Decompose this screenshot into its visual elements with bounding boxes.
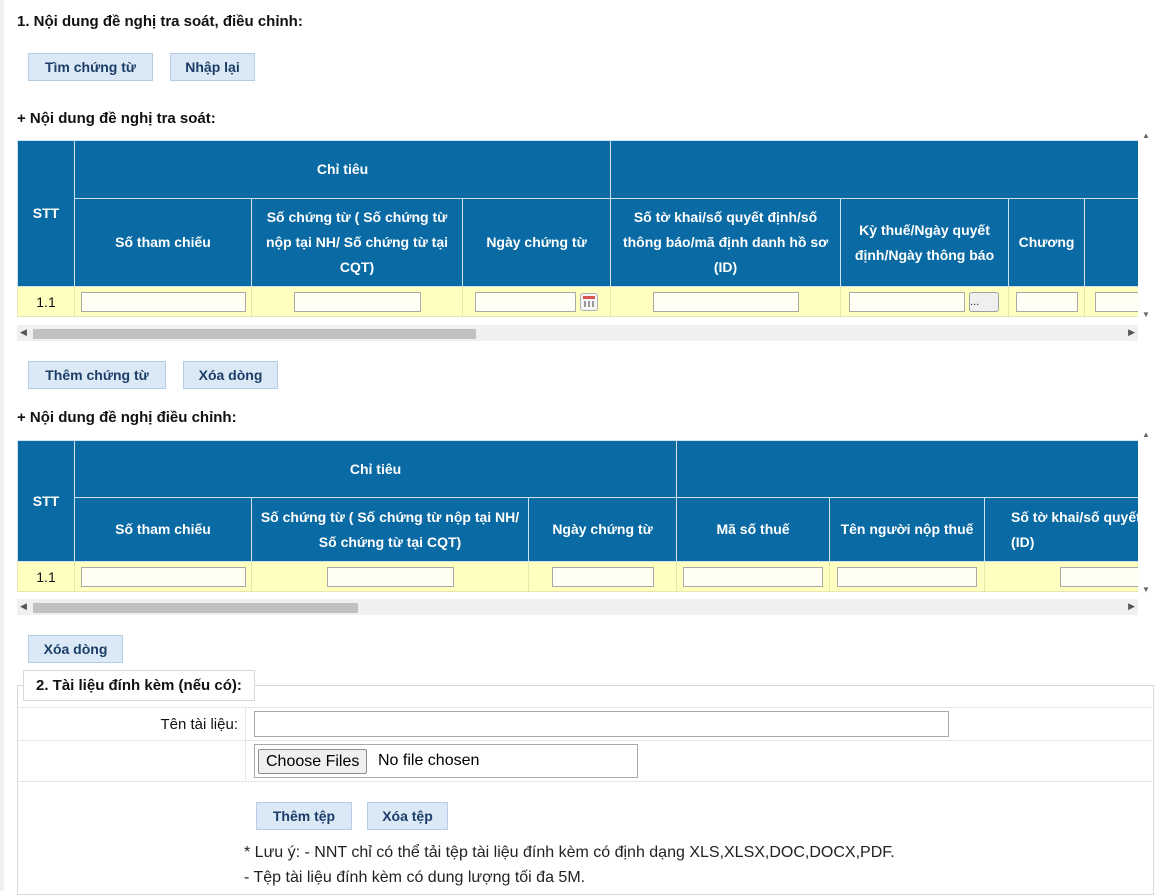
col-taxpayer: Tên người nộp thuế [829,497,986,562]
delete-row-button[interactable]: Xóa dòng [28,635,123,663]
col-ref-no: Số tham chiếu [74,497,252,562]
col-more [1084,198,1138,287]
table-row: 1.1 ... [17,286,1138,317]
page-left-border [0,0,4,891]
table-row: 1.1 [17,561,1138,592]
note-size: - Tệp tài liệu đính kèm có dung lượng tố… [244,869,586,886]
doc-name-label: Tên tài liệu: [160,716,238,733]
voucher-date-input[interactable] [551,566,654,587]
col-tax-code: Mã số thuế [676,497,831,562]
voucher-no-input[interactable] [293,291,421,312]
col-voucher-no: Số chứng từ ( Số chứng từ nộp tại NH/ Số… [251,497,529,562]
col-ref-no: Số tham chiếu [74,198,252,287]
scroll-left-icon[interactable]: ◀ [20,601,27,612]
scroll-right-icon[interactable]: ▶ [1128,601,1135,612]
decl-no-input[interactable] [652,291,799,312]
row-stt: 1.1 [17,561,75,592]
col-voucher-date: Ngày chứng từ [461,198,612,287]
col-stt: STT [17,440,75,562]
decl-no-input[interactable] [1060,566,1138,587]
section1-title: 1. Nội dung đề nghị tra soát, điều chỉnh… [17,13,303,30]
add-voucher-button[interactable]: Thêm chứng từ [28,361,166,389]
calendar-icon[interactable] [580,292,598,311]
scroll-thumb[interactable] [33,329,476,339]
period-input[interactable] [849,291,966,312]
row-stt: 1.1 [17,286,75,317]
adjust-grid: STT Chỉ tiêu Số tham chiếu Số chứng từ (… [17,440,1138,595]
scroll-down-icon[interactable]: ▼ [1142,310,1150,319]
delete-row-button[interactable]: Xóa dòng [183,361,278,389]
reconcile-hscrollbar[interactable]: ◀ ▶ [17,325,1138,341]
col-period: Kỳ thuế/Ngày quyết định/Ngày thông báo [840,198,1010,287]
file-picker: Choose Files No file chosen [254,744,638,778]
col-decl-no: Số tờ khai/số quyết định/số thông báo/mã… [610,198,842,287]
ref-no-input[interactable] [80,291,246,312]
period-picker-button[interactable]: ... [969,291,1000,312]
adjust-hscrollbar[interactable]: ◀ ▶ [17,599,1138,615]
reconcile-grid: STT Chỉ tiêu Số tham chiếu Số chứng từ (… [17,140,1138,320]
col-decl-no: Số tờ khai/số quyết định/số thông báo/mã… [984,497,1138,562]
tax-code-input[interactable] [683,566,824,587]
col-voucher-date: Ngày chứng từ [527,497,678,562]
col-group-empty [676,440,1138,498]
scroll-left-icon[interactable]: ◀ [20,327,27,338]
doc-name-input[interactable] [254,711,949,737]
delete-file-button[interactable]: Xóa tệp [367,802,448,830]
col-voucher-no: Số chứng từ ( Số chứng từ nộp tại NH/ Số… [251,198,463,287]
taxpayer-input[interactable] [837,566,978,587]
add-file-button[interactable]: Thêm tệp [256,802,352,830]
choose-files-button[interactable]: Choose Files [258,749,368,774]
reconcile-title: + Nội dung đề nghị tra soát: [17,110,216,127]
voucher-date-input[interactable] [475,291,576,312]
col-stt: STT [17,140,75,287]
form-divider [245,707,246,782]
scroll-up-icon[interactable]: ▲ [1142,131,1150,140]
scroll-right-icon[interactable]: ▶ [1128,327,1135,338]
reset-button[interactable]: Nhập lại [170,53,255,81]
voucher-no-input[interactable] [326,566,454,587]
col-group: Chỉ tiêu [73,440,678,498]
file-status: No file chosen [378,752,480,769]
chapter-input[interactable] [1015,291,1078,312]
col-group: Chỉ tiêu [73,140,612,199]
scroll-down-icon[interactable]: ▼ [1142,585,1150,594]
attachments-title: 2. Tài liệu đính kèm (nếu có): [23,670,255,701]
note-formats: * Lưu ý: - NNT chỉ có thể tải tệp tài li… [244,844,895,861]
scroll-thumb[interactable] [33,603,358,613]
col-group-empty [610,140,1138,199]
more-input[interactable] [1095,291,1138,312]
scroll-up-icon[interactable]: ▲ [1142,430,1150,439]
adjust-title: + Nội dung đề nghị điều chỉnh: [17,409,237,426]
col-chapter: Chương [1008,198,1086,287]
find-voucher-button[interactable]: Tìm chứng từ [28,53,153,81]
ref-no-input[interactable] [80,566,246,587]
